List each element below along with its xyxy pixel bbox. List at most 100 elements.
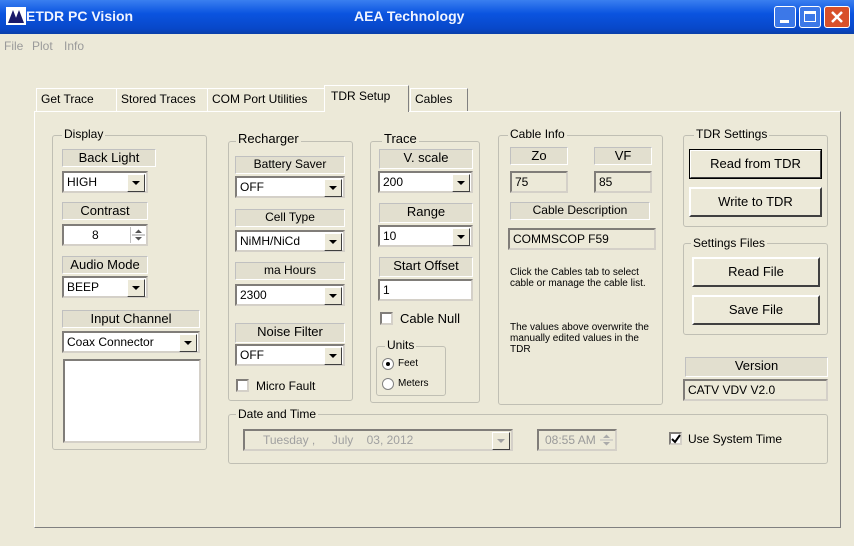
input-channel-select[interactable]: Coax Connector [62,331,200,353]
recharger-legend: Recharger [236,131,301,146]
noise-filter-value: OFF [240,348,264,362]
date-time-legend: Date and Time [236,407,319,421]
contrast-spinner[interactable]: 8 [62,224,148,246]
time-value: 08:55 AM [545,433,596,447]
input-channel-label: Input Channel [62,310,200,328]
write-to-tdr-button[interactable]: Write to TDR [689,187,822,217]
chevron-down-icon[interactable] [324,347,342,365]
ma-hours-value: 2300 [240,288,267,302]
backlight-label: Back Light [62,149,156,167]
read-from-tdr-button[interactable]: Read from TDR [689,149,822,179]
spin-arrows-icon[interactable] [130,227,145,243]
cable-null-checkbox[interactable] [380,312,393,325]
overwrite-note: The values above overwrite the manually … [510,322,649,355]
backlight-select[interactable]: HIGH [62,171,148,193]
chevron-down-icon[interactable] [179,334,197,352]
use-system-time-label: Use System Time [688,432,783,446]
audio-mode-value: BEEP [67,280,100,294]
menu-bar [0,34,854,56]
range-select[interactable]: 10 [378,225,473,247]
input-channel-value: Coax Connector [67,335,154,349]
zo-value: 75 [510,171,568,193]
tab-tdr-setup[interactable]: TDR Setup [324,85,409,112]
vf-value: 85 [594,171,652,193]
audio-mode-select[interactable]: BEEP [62,276,148,298]
tab-com-port-utilities[interactable]: COM Port Utilities [207,88,325,111]
input-channel-list[interactable] [63,359,201,443]
date-value: Tuesday , July 03, 2012 [263,433,414,447]
noise-filter-select[interactable]: OFF [235,344,345,366]
chevron-down-icon[interactable] [324,287,342,305]
cell-type-label: Cell Type [235,209,345,227]
save-file-button[interactable]: Save File [692,295,820,325]
chevron-down-icon[interactable] [324,179,342,197]
ma-hours-select[interactable]: 2300 [235,284,345,306]
range-label: Range [379,203,473,223]
contrast-label: Contrast [62,202,148,220]
cable-info-legend: Cable Info [508,127,567,141]
meters-radio[interactable] [382,378,394,390]
battery-saver-label: Battery Saver [235,156,345,174]
cable-description-value: COMMSCOP F59 [508,228,656,250]
vscale-value: 200 [383,175,404,189]
maximize-button[interactable] [799,6,821,28]
minimize-icon [780,20,789,23]
chevron-down-icon[interactable] [452,228,470,246]
app-logo-icon [6,7,26,25]
feet-label: Feet [398,358,419,369]
version-label: Version [685,357,828,377]
start-offset-input[interactable]: 1 [378,279,473,301]
trace-legend: Trace [382,131,419,146]
close-icon [831,11,843,23]
chevron-down-icon[interactable] [127,279,145,297]
micro-fault-checkbox[interactable] [236,379,249,392]
minimize-button[interactable] [774,6,796,28]
cable-null-label: Cable Null [400,311,460,326]
menu-file[interactable]: File [4,39,23,53]
tab-get-trace[interactable]: Get Trace [36,88,117,111]
backlight-value: HIGH [67,175,97,189]
date-picker[interactable]: Tuesday , July 03, 2012 [243,429,513,451]
zo-label: Zo [510,147,568,165]
meters-label: Meters [398,378,429,389]
settings-files-legend: Settings Files [691,236,768,250]
chevron-down-icon[interactable] [324,233,342,251]
battery-saver-value: OFF [240,180,264,194]
battery-saver-select[interactable]: OFF [235,176,345,198]
contrast-value: 8 [92,228,99,242]
units-legend: Units [385,338,417,352]
ma-hours-label: ma Hours [235,262,345,280]
title-bar[interactable]: ETDR PC Vision AEA Technology [0,0,854,34]
company-title: AEA Technology [354,8,465,24]
checkmark-icon [671,434,681,444]
maximize-icon [804,11,816,22]
chevron-down-icon[interactable] [127,174,145,192]
chevron-down-icon[interactable] [492,432,510,450]
vscale-select[interactable]: 200 [378,171,473,193]
vf-label: VF [594,147,652,165]
audio-mode-label: Audio Mode [62,256,148,274]
tab-cables[interactable]: Cables [410,88,468,111]
time-picker[interactable]: 08:55 AM [537,429,617,451]
use-system-time-checkbox[interactable] [669,432,682,445]
micro-fault-label: Micro Fault [256,379,316,393]
range-value: 10 [383,229,397,243]
read-file-button[interactable]: Read File [692,257,820,287]
chevron-down-icon[interactable] [452,174,470,192]
cell-type-select[interactable]: NiMH/NiCd [235,230,345,252]
cell-type-value: NiMH/NiCd [240,234,300,248]
version-value: CATV VDV V2.0 [683,379,828,401]
vscale-label: V. scale [379,149,473,169]
cables-tab-note: Click the Cables tab to select cable or … [510,267,646,289]
window-title: ETDR PC Vision [26,8,134,24]
display-legend: Display [62,127,106,141]
feet-radio[interactable] [382,358,394,370]
tdr-settings-legend: TDR Settings [694,127,770,141]
menu-plot[interactable]: Plot [32,39,53,53]
cable-description-label: Cable Description [510,202,650,220]
spin-arrows-icon[interactable] [599,432,614,448]
start-offset-label: Start Offset [379,257,473,277]
close-button[interactable] [824,6,850,28]
tab-stored-traces[interactable]: Stored Traces [116,88,208,111]
menu-info[interactable]: Info [64,39,84,53]
